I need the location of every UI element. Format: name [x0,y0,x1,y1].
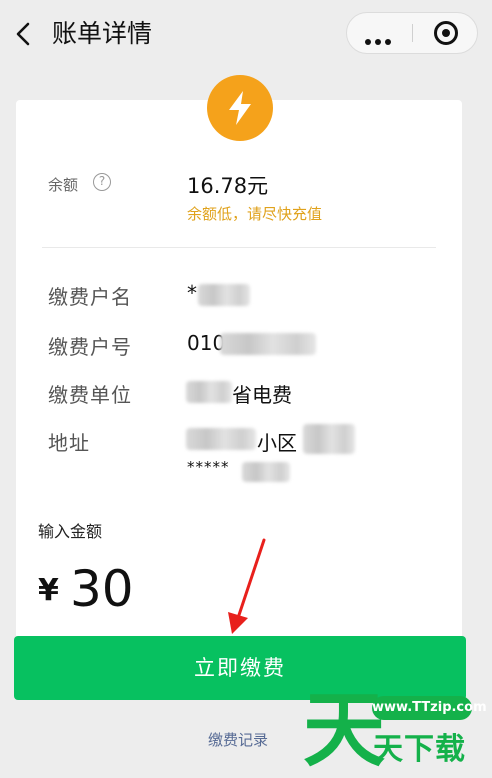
balance-warning: 余额低，请尽快充值 [187,205,323,223]
redaction-blur [242,462,290,482]
amount-label: 输入金额 [38,522,103,541]
bolt-icon [207,75,273,141]
account-no-label: 缴费户号 [48,335,132,359]
redaction-blur [186,428,256,450]
watermark-url: www.TTzip.com [372,696,487,720]
back-icon[interactable] [12,20,36,48]
card-divider [42,247,436,248]
payer-name-value: * [187,281,197,305]
watermark-text: 天下载 [373,732,466,767]
arrow-icon [228,538,266,634]
redaction-blur [220,333,316,355]
redaction-blur [303,424,355,454]
nav-bar: 账单详情 [0,0,492,68]
unit-label: 缴费单位 [48,383,132,407]
more-dots-icon [365,30,395,49]
address-mask: ***** [187,458,230,476]
unit-value: 省电费 [232,383,292,407]
bill-detail-page: 账单详情 余额 ? 16.78元 余额低，请尽快充值 缴费户名 * 缴费户号 0… [0,0,492,778]
redaction-blur [186,381,232,403]
address-value: 小区 [257,431,297,455]
redaction-blur [198,284,250,306]
close-button[interactable] [413,13,479,53]
payment-records-link[interactable]: 缴费记录 [208,729,268,750]
balance-value: 16.78元 [187,174,269,198]
more-button[interactable] [347,13,413,53]
payer-name-label: 缴费户名 [48,285,132,309]
currency-sign: ¥ [38,573,59,608]
balance-label: 余额 [48,176,79,194]
pay-now-button[interactable]: 立即缴费 [14,636,466,700]
help-icon[interactable]: ? [93,173,111,191]
address-label: 地址 [48,431,90,455]
mini-program-capsule [346,12,478,54]
target-icon [434,21,458,45]
page-title: 账单详情 [52,19,153,48]
